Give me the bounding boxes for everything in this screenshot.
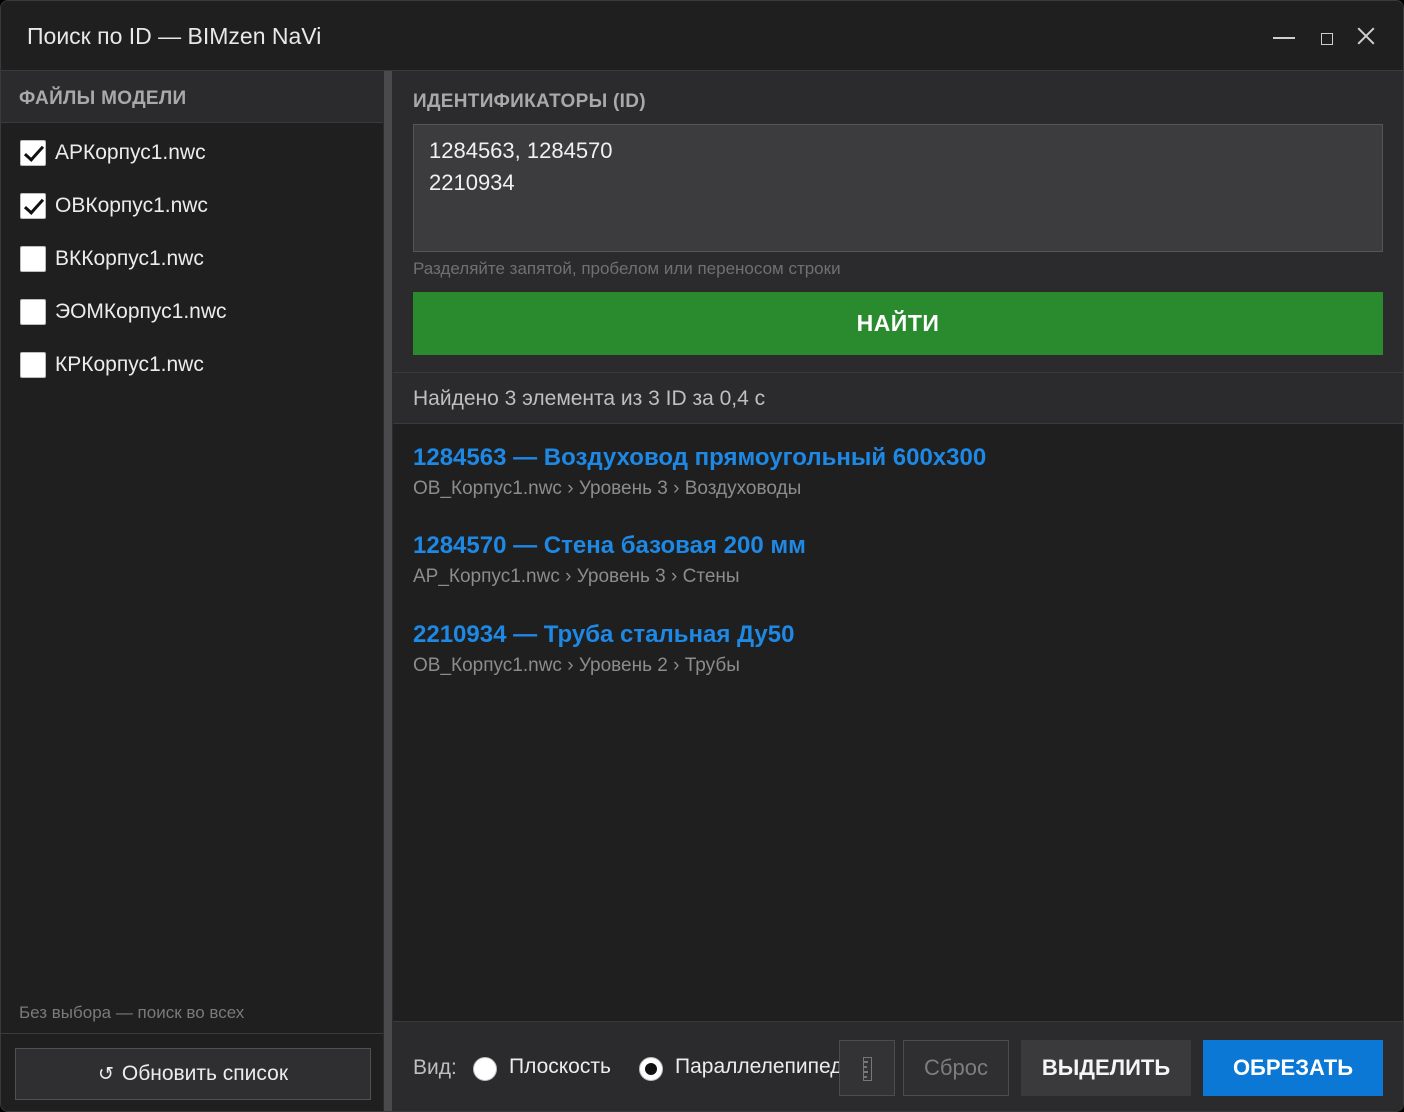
result-title[interactable]: 1284570 — Стена базовая 200 мм (413, 532, 1373, 560)
file-checkbox[interactable] (20, 193, 46, 219)
status-text: Найдено 3 элемента из 3 ID за 0,4 с (413, 387, 766, 410)
ids-hint: Разделяйте запятой, пробелом или перенос… (413, 259, 841, 278)
maximize-button[interactable] (1309, 19, 1343, 53)
file-item[interactable]: КРКорпус1.nwc (1, 349, 383, 402)
refresh-label: Обновить список (121, 1062, 289, 1085)
result-path: АР_Корпус1.nwc › Уровень 3 › Стены (413, 566, 740, 587)
result-item[interactable]: 2210934 — Труба стальная Ду50 ОВ_Корпус1… (413, 621, 1373, 677)
result-title[interactable]: 1284563 — Воздуховод прямоугольный 600x3… (413, 444, 1373, 472)
action-bar: Вид: Плоскость Параллелепипед Сброс ВЫДЕ… (393, 1021, 1403, 1111)
file-item[interactable]: ЭОМКорпус1.nwc (1, 296, 383, 349)
view-box-label[interactable]: Параллелепипед (675, 1055, 843, 1079)
result-path: ОВ_Корпус1.nwc › Уровень 2 › Трубы (413, 655, 740, 676)
window-title: Поиск по ID — BIMzen NaVi (27, 23, 322, 49)
view-box-radio[interactable] (639, 1057, 663, 1081)
file-checkbox[interactable] (20, 299, 46, 325)
file-label: ОВКорпус1.nwc (55, 194, 208, 217)
close-button[interactable] (1349, 19, 1383, 53)
result-path: ОВ_Корпус1.nwc › Уровень 3 › Воздуховоды (413, 478, 802, 499)
file-label: ВККорпус1.nwc (55, 247, 204, 270)
measure-button[interactable] (839, 1040, 895, 1096)
ids-header: ИДЕНТИФИКАТОРЫ (ID) (413, 91, 646, 112)
file-checkbox[interactable] (20, 246, 46, 272)
file-list: АРКорпус1.nwc ОВКорпус1.nwc ВККорпус1.nw… (1, 137, 383, 402)
refresh-list-button[interactable]: ↺ Обновить список (15, 1048, 371, 1100)
refresh-icon: ↺ (97, 1064, 114, 1085)
left-footer: ↺ Обновить список (1, 1033, 383, 1111)
crop-button[interactable]: ОБРЕЗАТЬ (1203, 1040, 1383, 1096)
view-label: Вид: (413, 1056, 457, 1079)
id-section: ИДЕНТИФИКАТОРЫ (ID) 1284563, 1284570 221… (393, 71, 1403, 372)
find-button[interactable]: НАЙТИ (413, 292, 1383, 355)
select-button[interactable]: ВЫДЕЛИТЬ (1021, 1040, 1191, 1096)
view-plane-label[interactable]: Плоскость (509, 1055, 611, 1079)
ruler-icon (863, 1057, 872, 1081)
search-by-id-window: Поиск по ID — BIMzen NaVi ФАЙЛЫ МОДЕЛИ А… (0, 0, 1404, 1112)
results-list: 1284563 — Воздуховод прямоугольный 600x3… (393, 424, 1403, 1021)
view-plane-radio[interactable] (473, 1057, 497, 1081)
file-item[interactable]: ВККорпус1.nwc (1, 243, 383, 296)
result-title[interactable]: 2210934 — Труба стальная Ду50 (413, 621, 1373, 649)
file-checkbox[interactable] (20, 140, 46, 166)
file-label: АРКорпус1.nwc (55, 141, 206, 164)
model-files-header: ФАЙЛЫ МОДЕЛИ (1, 71, 383, 123)
search-panel: ИДЕНТИФИКАТОРЫ (ID) 1284563, 1284570 221… (393, 71, 1403, 1111)
status-bar: Найдено 3 элемента из 3 ID за 0,4 с (393, 372, 1403, 424)
panel-splitter[interactable] (383, 71, 393, 1111)
ids-input[interactable]: 1284563, 1284570 2210934 (413, 124, 1383, 252)
file-item[interactable]: ОВКорпус1.nwc (1, 190, 383, 243)
file-checkbox[interactable] (20, 352, 46, 378)
model-files-title: ФАЙЛЫ МОДЕЛИ (19, 88, 187, 109)
file-label: ЭОМКорпус1.nwc (55, 300, 227, 323)
model-files-panel: ФАЙЛЫ МОДЕЛИ АРКорпус1.nwc ОВКорпус1.nwc… (1, 71, 383, 1111)
minimize-button[interactable] (1267, 19, 1301, 53)
title-bar: Поиск по ID — BIMzen NaVi (1, 1, 1403, 71)
result-item[interactable]: 1284563 — Воздуховод прямоугольный 600x3… (413, 444, 1373, 500)
file-label: КРКорпус1.nwc (55, 353, 204, 376)
reset-button[interactable]: Сброс (903, 1040, 1009, 1096)
file-item[interactable]: АРКорпус1.nwc (1, 137, 383, 190)
search-all-hint: Без выбора — поиск во всех (19, 1003, 245, 1022)
result-item[interactable]: 1284570 — Стена базовая 200 мм АР_Корпус… (413, 532, 1373, 588)
